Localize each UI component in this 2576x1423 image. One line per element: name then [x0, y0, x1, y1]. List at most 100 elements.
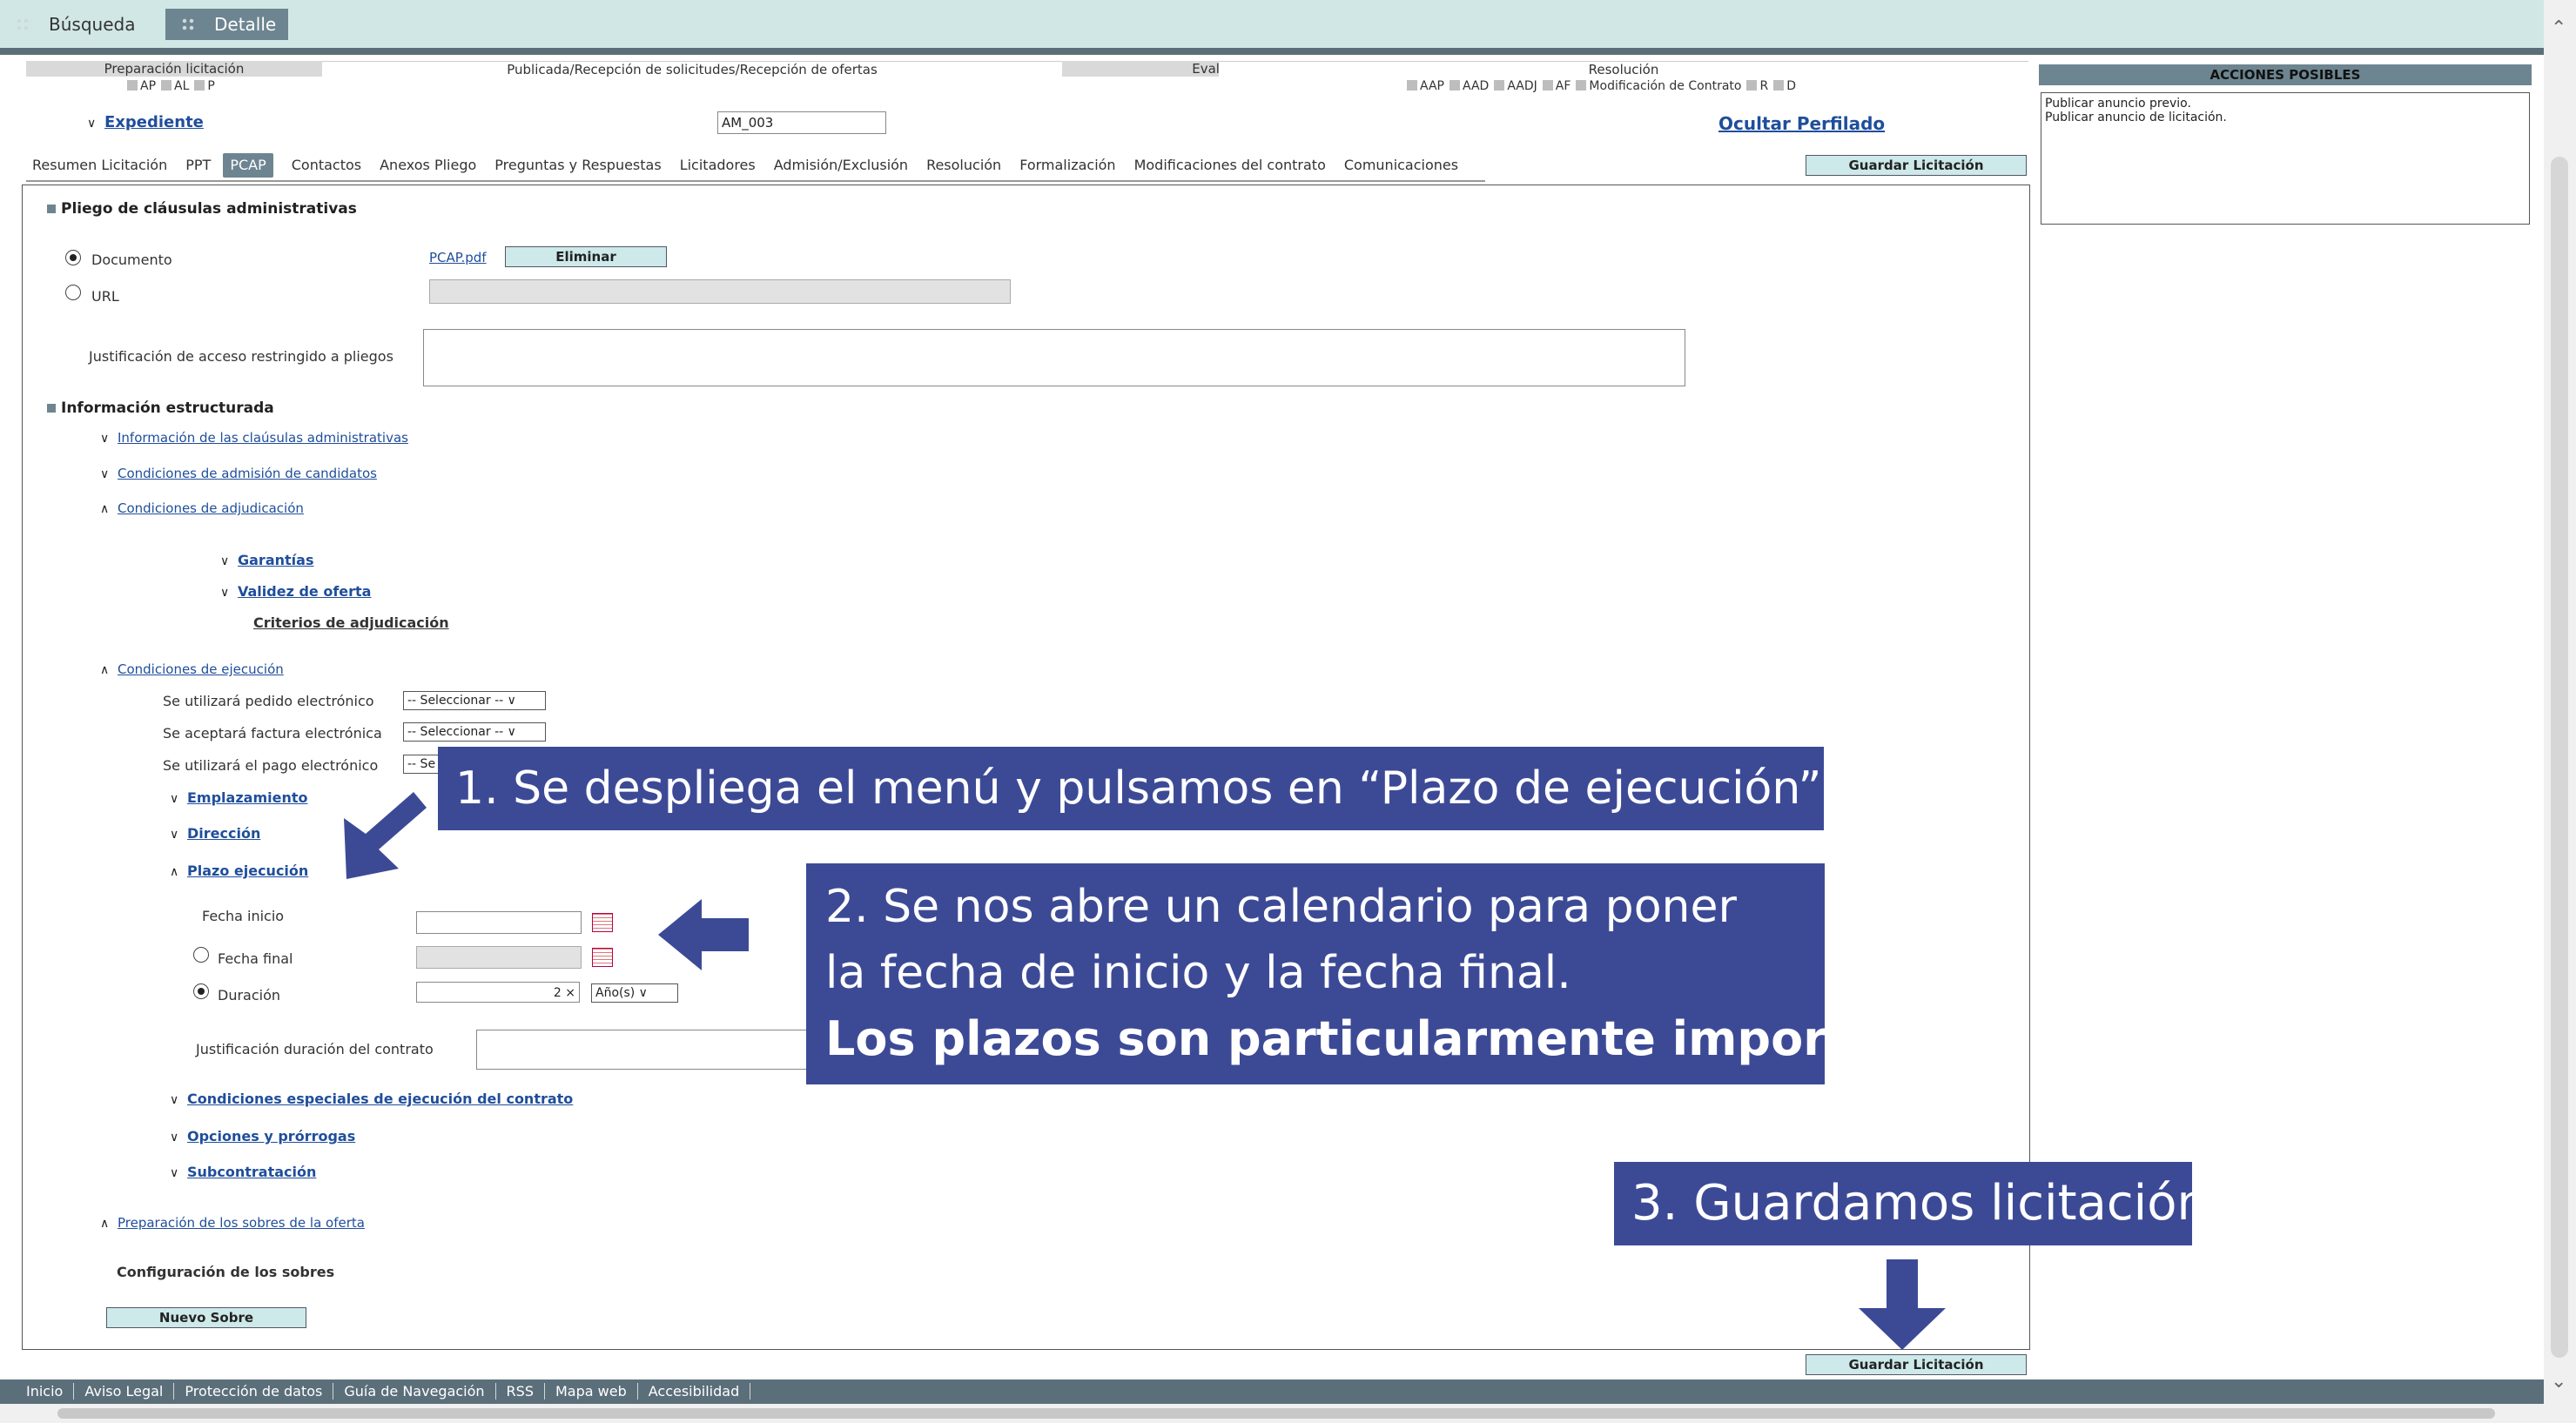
save-button-bottom[interactable]: Guardar Licitación	[1806, 1354, 2027, 1375]
pliego-title: Pliego de cláusulas administrativas	[47, 200, 357, 218]
expediente-field[interactable]: AM_003	[717, 111, 886, 134]
radio-duracion[interactable]	[193, 983, 209, 999]
arrow-step-2-icon	[658, 899, 749, 970]
especiales-toggle[interactable]: ∨ Condiciones especiales de ejecución del…	[170, 1091, 573, 1107]
grip-icon	[181, 17, 195, 31]
phase-publicada: Publicada/Recepción de solicitudes/Recep…	[322, 61, 1062, 77]
save-button-top[interactable]: Guardar Licitación	[1806, 155, 2027, 176]
pedido-label: Se utilizará pedido electrónico	[163, 693, 374, 709]
tab-admision[interactable]: Admisión/Exclusión	[768, 153, 920, 178]
chevron-down-icon: ∨	[170, 792, 179, 806]
tab-comunicaciones[interactable]: Comunicaciones	[1338, 153, 1470, 178]
expediente-toggle[interactable]: ∨ Expediente	[87, 113, 204, 131]
footer-link[interactable]: Accesibilidad	[637, 1383, 751, 1400]
footer-link[interactable]: Guía de Navegación	[333, 1383, 496, 1400]
scroll-up-icon[interactable]: ⌃	[2551, 17, 2566, 39]
footer-link[interactable]: RSS	[495, 1383, 545, 1400]
grip-icon	[16, 17, 30, 31]
footer-bar: Inicio Aviso Legal Protección de datos Guía…	[0, 1379, 2544, 1404]
justificacion-duracion-label: Justificación duración del contrato	[196, 1041, 434, 1057]
chevron-down-icon: ∨	[170, 1166, 179, 1180]
tab-formalizacion[interactable]: Formalización	[1013, 153, 1127, 178]
direccion-toggle[interactable]: ∨ Dirección	[170, 825, 260, 842]
justificacion-label: Justificación de acceso restringido a pl…	[89, 348, 393, 365]
tab-pcap[interactable]: PCAP	[223, 153, 273, 178]
delete-button[interactable]: Eliminar	[505, 246, 667, 267]
garantias-toggle[interactable]: ∨ Garantías	[220, 552, 313, 568]
factura-label: Se aceptará factura electrónica	[163, 725, 382, 742]
unit-select[interactable]: Año(s) ∨	[591, 983, 678, 1003]
info-title: Información estructurada	[47, 399, 274, 417]
tab-resumen[interactable]: Resumen Licitación	[26, 153, 179, 178]
chevron-up-icon: ∧	[170, 865, 179, 879]
justificacion-textarea[interactable]	[423, 329, 1685, 386]
criterios-link[interactable]: Criterios de adjudicación	[253, 614, 449, 631]
plazo-toggle[interactable]: ∧ Plazo ejecución	[170, 863, 308, 879]
admision-toggle[interactable]: ∨ Condiciones de admisión de candidatos	[100, 466, 377, 481]
duracion-label: Duración	[218, 987, 281, 1003]
chevron-down-icon: ∨	[170, 1131, 179, 1144]
subcontratacion-toggle[interactable]: ∨ Subcontratación	[170, 1164, 316, 1180]
pcap-file-link[interactable]: PCAP.pdf	[429, 250, 487, 265]
duracion-input[interactable]: 2 ×	[416, 982, 580, 1003]
emplazamiento-toggle[interactable]: ∨ Emplazamiento	[170, 789, 307, 806]
url-field	[429, 279, 1011, 304]
tab-ppt[interactable]: PPT	[179, 153, 223, 178]
url-label: URL	[91, 288, 119, 305]
action-item[interactable]: Publicar anuncio de licitación.	[2045, 111, 2526, 124]
tab-detail[interactable]: Detalle	[165, 9, 289, 40]
chevron-down-icon: ∨	[87, 117, 97, 131]
phase-preparacion: Preparación licitación	[26, 61, 322, 77]
opciones-toggle[interactable]: ∨ Opciones y prórrogas	[170, 1128, 355, 1144]
scroll-down-icon[interactable]: ⌄	[2551, 1371, 2566, 1393]
tab-licitadores[interactable]: Licitadores	[674, 153, 768, 178]
tabs-underline	[26, 180, 1485, 182]
new-envelope-button[interactable]: Nuevo Sobre	[106, 1307, 306, 1328]
adjudicacion-toggle[interactable]: ∧ Condiciones de adjudicación	[100, 500, 304, 516]
chevron-up-icon: ∧	[100, 1217, 110, 1231]
validez-toggle[interactable]: ∨ Validez de oferta	[220, 583, 371, 600]
pedido-select[interactable]: -- Seleccionar -- ∨	[403, 691, 546, 710]
footer-link[interactable]: Inicio	[0, 1383, 75, 1400]
tab-resolucion[interactable]: Resolución	[920, 153, 1013, 178]
callout-step-2-line1: 2. Se nos abre un calendario para poner	[825, 881, 1737, 933]
footer-link[interactable]: Aviso Legal	[74, 1383, 175, 1400]
horizontal-scrollbar[interactable]	[0, 1404, 2544, 1423]
tab-anexos[interactable]: Anexos Pliego	[373, 153, 488, 178]
fecha-final-input	[416, 946, 582, 969]
footer-link[interactable]: Protección de datos	[174, 1383, 334, 1400]
sobres-toggle[interactable]: ∧ Preparación de los sobres de la oferta	[100, 1215, 365, 1231]
radio-documento[interactable]	[65, 250, 81, 265]
phase-resolucion: Resolución	[1219, 61, 2028, 77]
action-item[interactable]: Publicar anuncio previo.	[2045, 97, 2526, 111]
chevron-down-icon: ∨	[220, 586, 230, 600]
scroll-thumb[interactable]	[57, 1408, 2495, 1419]
fecha-inicio-input[interactable]	[416, 911, 582, 934]
scroll-thumb[interactable]	[2551, 157, 2568, 1358]
chevron-down-icon: ∨	[100, 432, 110, 446]
hide-profile-link[interactable]: Ocultar Perfilado	[1718, 113, 1885, 134]
justificacion-duracion-input[interactable]	[476, 1030, 826, 1070]
tab-preguntas[interactable]: Preguntas y Respuestas	[488, 153, 673, 178]
actions-box: Publicar anuncio previo. Publicar anunci…	[2041, 92, 2530, 225]
tab-search[interactable]: Búsqueda	[0, 9, 147, 40]
tab-contactos[interactable]: Contactos	[286, 153, 373, 178]
radio-url[interactable]	[65, 285, 81, 300]
arrow-step-3-icon	[1859, 1259, 1946, 1350]
chevron-down-icon: ∨	[170, 1093, 179, 1107]
callout-step-2: 2. Se nos abre un calendario para poner …	[806, 863, 2014, 1084]
legend-left: AP AL P	[122, 78, 215, 94]
chevron-down-icon: ∨	[170, 828, 179, 842]
top-nav-bar	[0, 0, 2544, 55]
tab-modificaciones[interactable]: Modificaciones del contrato	[1128, 153, 1338, 178]
chevron-up-icon: ∧	[100, 663, 110, 677]
radio-fecha-final[interactable]	[193, 947, 209, 963]
calendar-icon[interactable]	[592, 913, 613, 932]
factura-select[interactable]: -- Seleccionar -- ∨	[403, 722, 546, 742]
footer-link[interactable]: Mapa web	[544, 1383, 638, 1400]
vertical-scrollbar[interactable]: ⌃ ⌄	[2544, 0, 2576, 1423]
info-clausulas-toggle[interactable]: ∨ Información de las claúsulas administra…	[100, 430, 408, 446]
callout-step-3: 3. Guardamos licitación.	[1614, 1162, 2223, 1245]
ejecucion-toggle[interactable]: ∧ Condiciones de ejecución	[100, 661, 284, 677]
calendar-icon[interactable]	[592, 948, 613, 967]
